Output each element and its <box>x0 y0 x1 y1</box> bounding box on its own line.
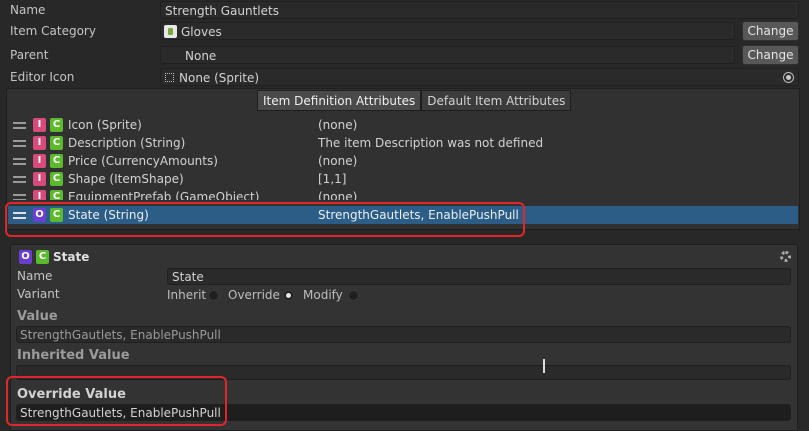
inherited-value-label: Inherited Value <box>17 348 130 363</box>
detail-name-field[interactable]: State <box>167 268 791 285</box>
detail-name-label: Name <box>17 269 53 283</box>
attribute-value: (none) <box>318 118 358 132</box>
badge-i: I <box>33 118 46 132</box>
item-category-field[interactable]: Gloves <box>160 22 735 40</box>
variant-override-label: Override <box>228 288 280 302</box>
attribute-row[interactable]: I C Price (CurrencyAmounts) (none) <box>8 152 798 170</box>
attribute-row[interactable]: I C Description (String) The item Descri… <box>8 134 798 152</box>
variant-override-radio[interactable] <box>283 290 294 301</box>
editor-icon-field[interactable]: None (Sprite) <box>160 68 799 86</box>
variant-modify-radio[interactable] <box>348 290 359 301</box>
item-category-value: Gloves <box>181 25 222 39</box>
badge-i: I <box>33 154 46 168</box>
value-label: Value <box>17 309 58 324</box>
badge-i: I <box>33 190 46 200</box>
badge-i: I <box>33 172 46 186</box>
attribute-row[interactable]: I C Icon (Sprite) (none) <box>8 116 798 134</box>
attribute-tabs: Item Definition Attributes Default Item … <box>257 90 572 111</box>
attribute-row[interactable]: I C EquipmentPrefab (GameObject) (none) <box>8 188 798 200</box>
object-picker-icon[interactable] <box>783 72 794 83</box>
glove-icon <box>164 25 177 38</box>
highlight-box-selected-row <box>5 202 525 237</box>
attribute-name: EquipmentPrefab (GameObject) <box>68 190 260 200</box>
editor-icon-label: Editor Icon <box>10 70 75 84</box>
value-field: StrengthGautlets, EnablePushPull <box>16 326 791 343</box>
attribute-name: Icon (Sprite) <box>68 118 142 132</box>
drag-handle-icon[interactable] <box>13 122 26 129</box>
attribute-value: (none) <box>318 190 358 200</box>
attribute-name: Description (String) <box>68 136 186 150</box>
parent-field[interactable]: None <box>160 46 735 64</box>
drag-handle-icon[interactable] <box>13 158 26 165</box>
change-category-button[interactable]: Change <box>742 21 799 41</box>
tab-item-definition-attributes[interactable]: Item Definition Attributes <box>257 90 422 111</box>
attribute-value: (none) <box>318 154 358 168</box>
highlight-box-override-value <box>6 376 227 426</box>
attribute-value: [1,1] <box>318 172 347 186</box>
badge-i: I <box>33 136 46 150</box>
change-parent-button[interactable]: Change <box>742 45 799 65</box>
attribute-name: Price (CurrencyAmounts) <box>68 154 218 168</box>
variant-modify-label: Modify <box>303 288 343 302</box>
drag-handle-icon[interactable] <box>13 194 26 200</box>
item-category-label: Item Category <box>10 24 96 38</box>
attribute-name: Shape (ItemShape) <box>68 172 184 186</box>
tab-default-item-attributes[interactable]: Default Item Attributes <box>421 90 572 111</box>
variant-inherit-radio[interactable] <box>208 290 219 301</box>
name-field[interactable]: Strength Gauntlets <box>160 1 799 19</box>
badge-c: C <box>36 250 49 264</box>
variant-inherit-label: Inherit <box>167 288 207 302</box>
badge-c: C <box>50 154 63 168</box>
attribute-row[interactable]: I C Shape (ItemShape) [1,1] <box>8 170 798 188</box>
badge-c: C <box>50 190 63 200</box>
badge-c: C <box>50 118 63 132</box>
attribute-value: The item Description was not defined <box>318 136 544 150</box>
drag-handle-icon[interactable] <box>13 140 26 147</box>
detail-title: State <box>53 250 90 264</box>
parent-label: Parent <box>10 48 49 62</box>
variant-label: Variant <box>17 287 60 301</box>
sprite-icon <box>165 73 174 82</box>
name-label: Name <box>10 3 46 17</box>
editor-icon-value: None (Sprite) <box>179 71 260 85</box>
badge-c: C <box>50 136 63 150</box>
text-cursor-icon <box>543 359 545 373</box>
gear-icon[interactable] <box>780 251 791 262</box>
badge-o: O <box>19 250 32 264</box>
drag-handle-icon[interactable] <box>13 176 26 183</box>
badge-c: C <box>50 172 63 186</box>
